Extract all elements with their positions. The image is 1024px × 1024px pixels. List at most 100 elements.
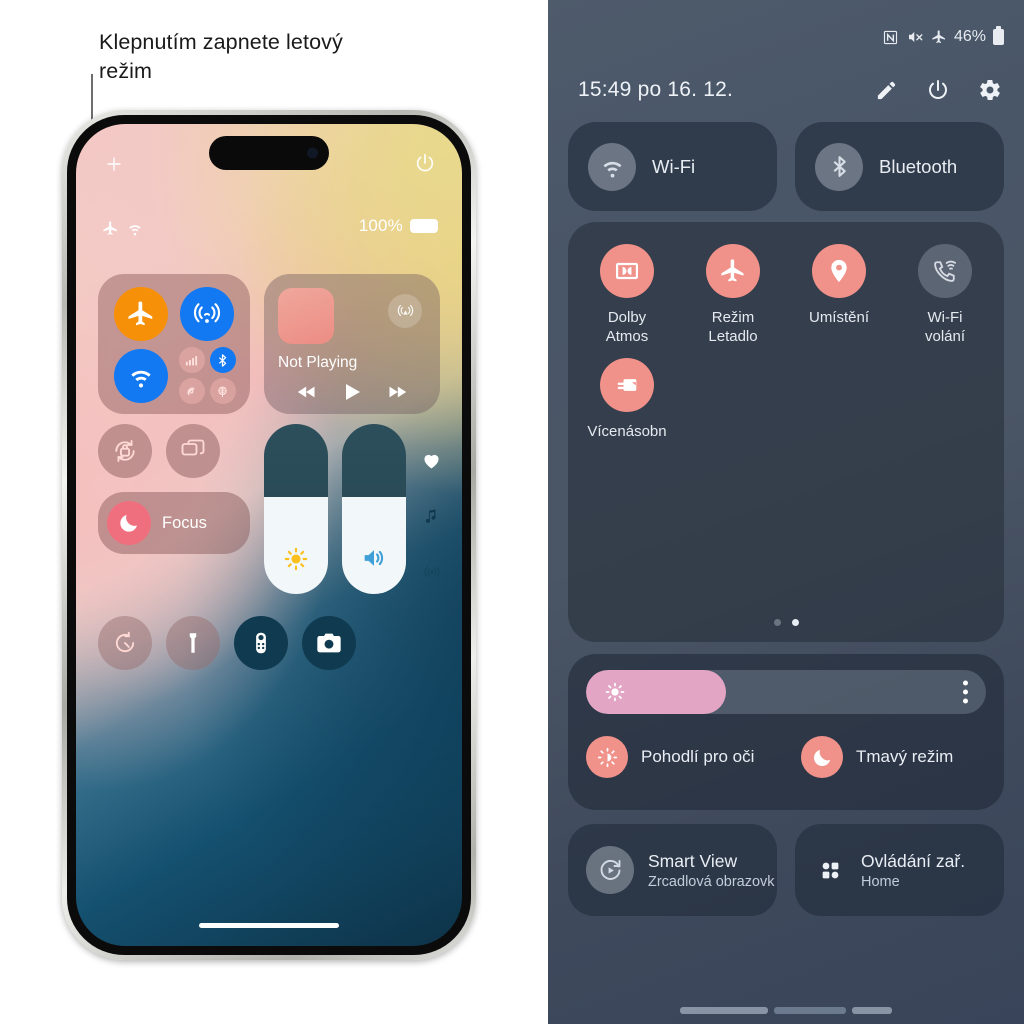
apple-tv-remote-icon[interactable] (234, 616, 288, 670)
wifi-calling-icon (918, 244, 972, 298)
sun-icon (604, 681, 626, 703)
volume-slider[interactable] (342, 424, 406, 594)
qs-tile-location[interactable]: Umístění (786, 244, 892, 346)
mute-icon (906, 28, 924, 46)
eye-comfort-icon (586, 736, 628, 778)
qs-tile-multi-window-label: Vícenásobn (587, 423, 667, 440)
left-control-column: Focus (98, 424, 250, 554)
qs-tile-dolby-atmos[interactable]: Dolby Atmos (574, 244, 680, 346)
qs-tile-dolby-atmos-label: Dolby Atmos (605, 309, 649, 345)
power-icon[interactable] (926, 78, 950, 102)
album-art (278, 288, 334, 344)
tile-smart-view-subtitle: Zrcadlová obrazovk (648, 873, 775, 890)
flashlight-icon[interactable] (166, 616, 220, 670)
tile-smart-view[interactable]: Smart View Zrcadlová obrazovk (568, 824, 777, 916)
toggle-eye-comfort[interactable]: Pohodlí pro oči (586, 736, 771, 778)
header-icon-group (875, 78, 1002, 102)
connectivity-small-buttons (178, 347, 236, 404)
tile-wifi[interactable]: Wi-Fi (568, 122, 777, 211)
add-control-icon[interactable] (104, 154, 124, 174)
tile-device-control-subtitle: Home (861, 873, 900, 890)
android-navigation-bar (548, 1007, 1024, 1014)
front-camera-icon (307, 147, 318, 159)
screenshot-root: Klepnutím zapnete letový režim 100% Not … (0, 0, 1024, 1024)
airplane-icon (102, 220, 119, 237)
personal-hotspot-button[interactable] (178, 378, 205, 404)
bluetooth-icon (815, 142, 863, 191)
quick-settings-grid: Dolby Atmos Režim Letadlo Umístění Wi-Fi… (574, 244, 998, 441)
iphone-bezel: 100% Not Playing Focus (67, 115, 471, 955)
tile-wifi-label: Wi-Fi (652, 155, 696, 177)
nav-recents-button[interactable] (680, 1007, 768, 1014)
slider-group (264, 424, 406, 594)
page-dot-2[interactable] (791, 619, 799, 626)
battery-percent: 46% (953, 28, 986, 45)
nav-home-button[interactable] (774, 1007, 846, 1014)
rotation-lock-icon[interactable] (98, 424, 152, 478)
heart-icon[interactable] (421, 450, 442, 471)
tile-device-control[interactable]: Ovládání zař. Home (795, 824, 1004, 916)
moon-icon (107, 501, 151, 545)
battery-icon (410, 219, 438, 233)
fast-forward-icon[interactable] (384, 382, 410, 402)
music-note-icon[interactable] (422, 507, 441, 526)
device-control-texts: Ovládání zař. Home (861, 851, 965, 890)
qs-tile-airplane-mode[interactable]: Režim Letadlo (680, 244, 786, 346)
page-dot-1[interactable] (773, 619, 781, 626)
rewind-icon[interactable] (294, 382, 320, 402)
nfc-icon (882, 29, 899, 46)
android-quick-settings-pane: 46% 15:49 po 16. 12. Wi-Fi Bluetooth Dol… (548, 0, 1024, 1024)
toggle-eye-comfort-label: Pohodlí pro oči (641, 747, 755, 766)
power-icon[interactable] (414, 152, 436, 174)
brightness-slider[interactable] (264, 424, 328, 594)
brightness-toggle-row: Pohodlí pro oči Tmavý režim (586, 736, 986, 778)
pencil-icon[interactable] (875, 79, 898, 102)
kebab-menu-icon[interactable] (963, 680, 968, 704)
quick-settings-panel: Dolby Atmos Režim Letadlo Umístění Wi-Fi… (568, 222, 1004, 642)
wifi-icon (588, 142, 636, 191)
airdrop-button[interactable] (180, 287, 234, 341)
dynamic-island (209, 136, 329, 170)
sun-icon (264, 546, 328, 572)
page-indicator (568, 619, 1004, 626)
dolby-icon (600, 244, 654, 298)
wifi-icon (126, 219, 144, 237)
timer-icon[interactable] (98, 616, 152, 670)
cellular-button[interactable] (178, 347, 205, 373)
focus-button[interactable]: Focus (98, 492, 250, 554)
screen-mirroring-icon[interactable] (166, 424, 220, 478)
qs-tile-location-label: Umístění (808, 309, 869, 326)
android-top-tiles: Wi-Fi Bluetooth (568, 122, 1004, 211)
battery-icon (993, 26, 1004, 45)
now-playing-title: Not Playing (278, 354, 358, 371)
iphone-screen: 100% Not Playing Focus (76, 124, 462, 946)
toggle-dark-mode[interactable]: Tmavý režim (801, 736, 986, 778)
airplay-icon[interactable] (388, 294, 422, 328)
media-transport-controls (278, 380, 426, 404)
wifi-button[interactable] (114, 348, 168, 403)
tile-bluetooth-label: Bluetooth (879, 155, 958, 177)
satellite-button[interactable] (209, 378, 236, 404)
control-center-grid: Not Playing Focus (98, 274, 440, 674)
qs-tile-wifi-calling[interactable]: Wi-Fi volání (892, 244, 998, 346)
home-indicator[interactable] (199, 923, 339, 928)
play-icon[interactable] (340, 380, 364, 404)
airplane-icon (706, 244, 760, 298)
camera-icon[interactable] (302, 616, 356, 670)
moon-icon (801, 736, 843, 778)
callout-text: Klepnutím zapnete letový režim (99, 30, 343, 83)
android-header-row: 15:49 po 16. 12. (578, 78, 1002, 102)
gear-icon[interactable] (978, 78, 1002, 102)
connectivity-icon[interactable] (422, 562, 442, 582)
airplane-icon (931, 29, 947, 45)
bluetooth-button[interactable] (209, 347, 236, 373)
qs-tile-multi-window[interactable]: Vícenásobn (574, 358, 680, 441)
battery-percent: 100% (358, 216, 403, 235)
airplane-mode-button[interactable] (114, 287, 168, 341)
tile-device-control-title: Ovládání zař. (861, 850, 966, 871)
nav-back-button[interactable] (852, 1007, 892, 1014)
tile-smart-view-title: Smart View (648, 850, 738, 871)
now-playing-module: Not Playing (264, 274, 440, 414)
tile-bluetooth[interactable]: Bluetooth (795, 122, 1004, 211)
brightness-slider[interactable] (586, 670, 986, 714)
